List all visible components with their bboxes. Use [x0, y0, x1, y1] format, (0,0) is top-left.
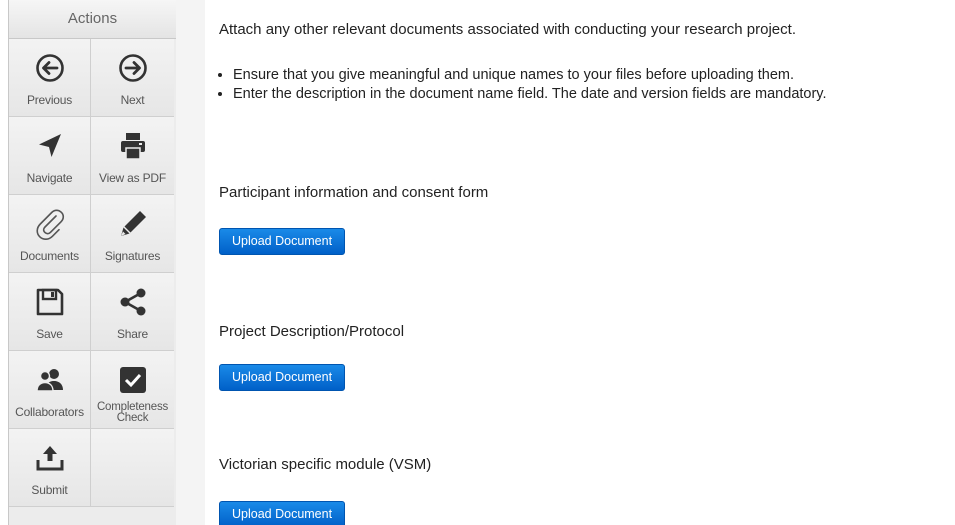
paperclip-icon — [33, 207, 67, 241]
pencil-icon — [116, 207, 150, 241]
documents-label: Documents — [20, 249, 79, 263]
sidebar-header: Actions — [9, 0, 176, 39]
navigate-button[interactable]: Navigate — [9, 117, 91, 195]
signatures-button[interactable]: Signatures — [91, 195, 174, 273]
collaborators-label: Collaborators — [15, 405, 84, 419]
previous-label: Previous — [26, 93, 73, 107]
instructions-list: Ensure that you give meaningful and uniq… — [219, 66, 827, 104]
actions-grid: Previous Next Navigate View as PDF Docum… — [9, 39, 176, 507]
intro-text: Attach any other relevant documents asso… — [219, 21, 796, 38]
share-icon — [116, 285, 150, 319]
next-button[interactable]: Next — [91, 39, 174, 117]
share-button[interactable]: Share — [91, 273, 174, 351]
floppy-disk-icon — [33, 285, 67, 319]
view-as-pdf-button[interactable]: View as PDF — [91, 117, 174, 195]
navigate-label: Navigate — [26, 171, 73, 185]
section-title-vsm: Victorian specific module (VSM) — [219, 456, 432, 473]
submit-button[interactable]: Submit — [9, 429, 91, 507]
next-label: Next — [120, 93, 145, 107]
users-icon — [33, 363, 67, 397]
section-title-project-description: Project Description/Protocol — [219, 323, 405, 340]
main-content: Attach any other relevant documents asso… — [219, 0, 949, 525]
signatures-label: Signatures — [104, 249, 161, 263]
previous-button[interactable]: Previous — [9, 39, 91, 117]
upload-document-button[interactable]: Upload Document — [219, 228, 346, 255]
upload-tray-icon — [33, 441, 67, 475]
app-window: Actions Previous Next Navigate View as P… — [0, 0, 955, 525]
completeness-check-label: Completeness Check — [96, 401, 169, 424]
save-button[interactable]: Save — [9, 273, 91, 351]
list-item: Enter the description in the document na… — [233, 85, 827, 104]
arrow-right-circle-icon — [116, 51, 150, 85]
checkbox-icon — [116, 363, 150, 397]
completeness-check-button[interactable]: Completeness Check — [91, 351, 174, 429]
content-gutter — [176, 0, 205, 525]
documents-button[interactable]: Documents — [9, 195, 91, 273]
arrow-left-circle-icon — [33, 51, 67, 85]
empty-tile — [91, 429, 174, 507]
share-label: Share — [116, 327, 149, 341]
save-label: Save — [36, 327, 63, 341]
collaborators-button[interactable]: Collaborators — [9, 351, 91, 429]
actions-sidebar: Actions Previous Next Navigate View as P… — [8, 0, 177, 525]
view-as-pdf-label: View as PDF — [99, 171, 166, 185]
printer-icon — [116, 129, 150, 163]
upload-document-button[interactable]: Upload Document — [219, 364, 346, 391]
submit-label: Submit — [31, 483, 68, 497]
section-title-participant-info: Participant information and consent form — [219, 184, 489, 201]
navigation-arrow-icon — [33, 129, 67, 163]
upload-document-button[interactable]: Upload Document — [219, 501, 346, 525]
list-item: Ensure that you give meaningful and uniq… — [233, 66, 827, 85]
